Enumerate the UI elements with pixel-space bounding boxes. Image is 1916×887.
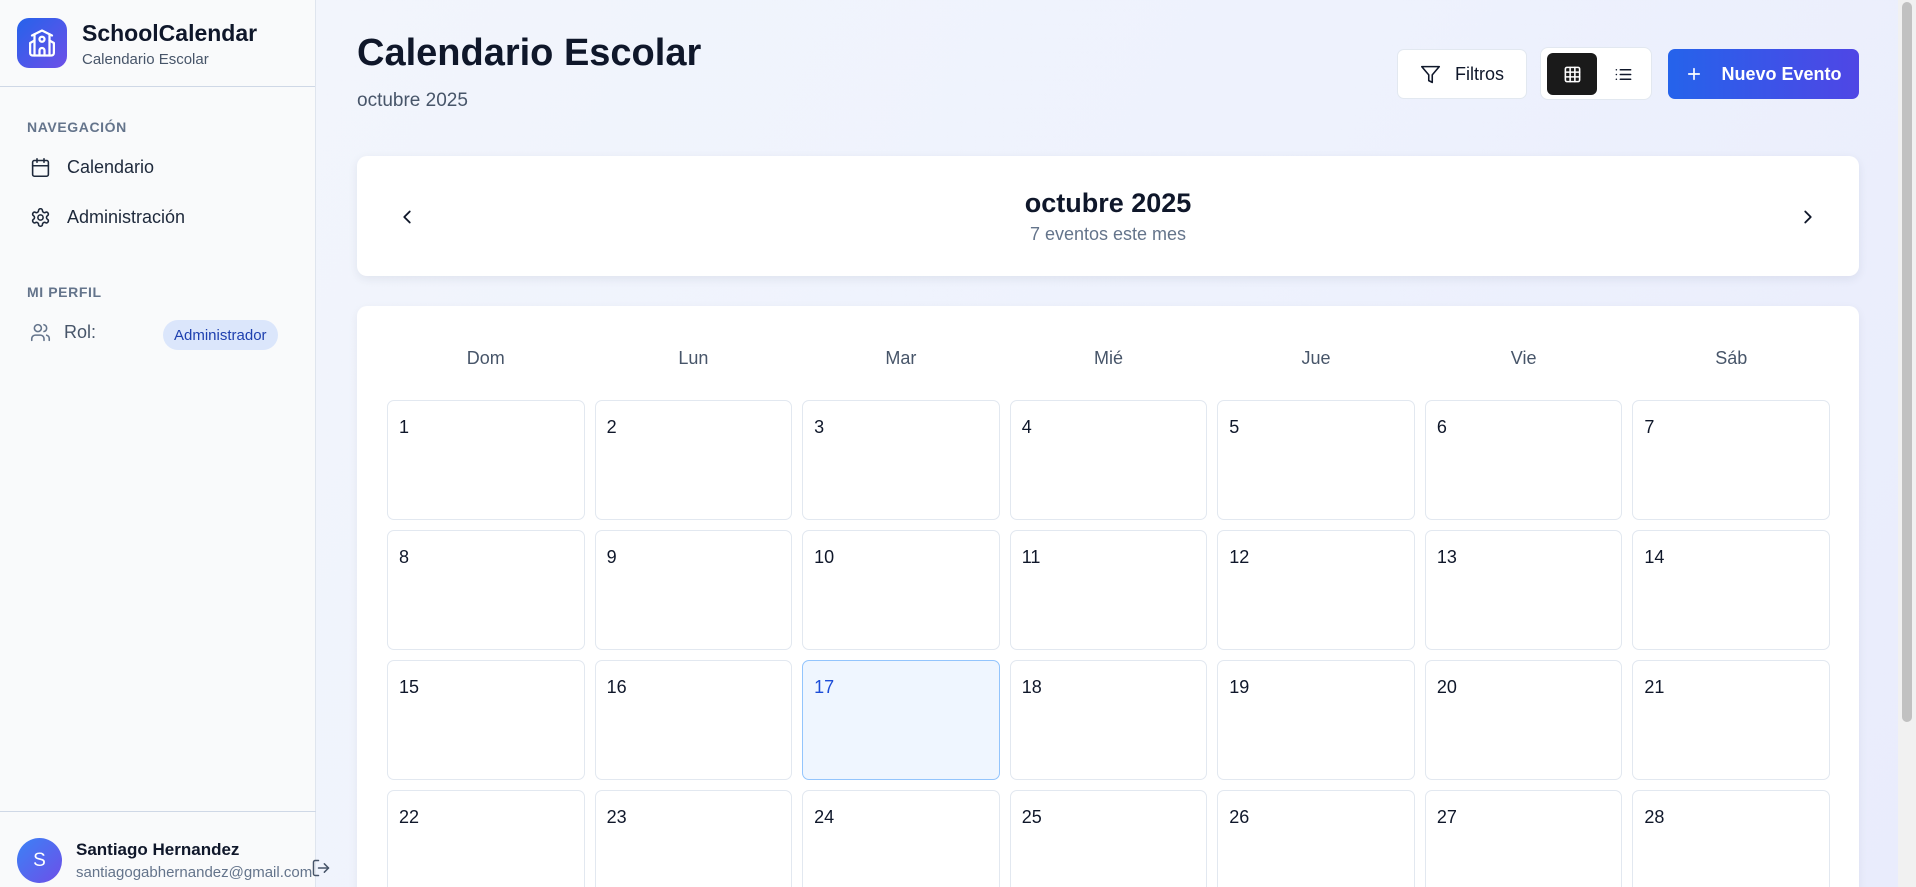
calendar-day[interactable]: 21 xyxy=(1632,660,1830,780)
gear-icon xyxy=(31,207,50,228)
view-toggle xyxy=(1540,47,1652,100)
calendar-day[interactable]: 6 xyxy=(1424,400,1623,520)
app-subtitle: Calendario Escolar xyxy=(82,50,209,68)
calendar-day[interactable]: 11 xyxy=(1009,530,1208,650)
sidebar-item-administracion[interactable]: Administración xyxy=(30,207,185,228)
sidebar: SchoolCalendar Calendario Escolar NAVEGA… xyxy=(0,0,316,887)
users-icon xyxy=(30,323,51,342)
user-email: santiagogabhernandez@gmail.com xyxy=(76,864,313,881)
page-subtitle: octubre 2025 xyxy=(357,90,468,111)
new-event-label: Nuevo Evento xyxy=(1721,63,1842,84)
weekday-label: Jue xyxy=(1301,348,1331,368)
calendar-day[interactable]: 24 xyxy=(802,790,1000,887)
school-icon xyxy=(17,18,67,68)
sidebar-item-label: Calendario xyxy=(67,157,155,177)
month-navigation: octubre 2025 7 eventos este mes xyxy=(357,156,1859,276)
calendar-day[interactable]: 20 xyxy=(1424,660,1623,780)
calendar-day[interactable]: 3 xyxy=(802,400,1000,520)
weekday-label: Vie xyxy=(1510,348,1537,368)
calendar-day[interactable]: 26 xyxy=(1217,790,1415,887)
calendar-day[interactable]: 4 xyxy=(1009,400,1208,520)
calendar-day[interactable]: 27 xyxy=(1424,790,1623,887)
user-name: Santiago Hernandez xyxy=(76,840,240,859)
avatar[interactable]: S xyxy=(17,838,62,883)
day-grid: 1 2 3 4 5 6 7 8 9 10 11 12 13 14 15 16 17 18 19 20 21 22 23 24 2… xyxy=(387,400,1830,887)
calendar-day[interactable]: 14 xyxy=(1632,530,1830,650)
weekday-label: Mar xyxy=(885,348,917,368)
logout-icon[interactable] xyxy=(311,858,331,878)
filter-button[interactable]: Filtros xyxy=(1397,49,1527,99)
list-view-button[interactable] xyxy=(1598,53,1648,95)
role-row: Rol: Administrador xyxy=(30,320,278,350)
calendar-day[interactable]: 15 xyxy=(387,660,585,780)
role-label: Rol: xyxy=(64,322,97,342)
calendar-day[interactable]: 19 xyxy=(1217,660,1415,780)
calendar-day[interactable]: 22 xyxy=(387,790,585,887)
calendar-day[interactable]: 2 xyxy=(594,400,793,520)
calendar-day-today[interactable]: 17 xyxy=(802,660,1000,780)
calendar-day[interactable]: 10 xyxy=(802,530,1000,650)
calendar-day[interactable]: 9 xyxy=(594,530,793,650)
new-event-button[interactable]: Nuevo Evento xyxy=(1668,49,1859,99)
calendar-day[interactable]: 5 xyxy=(1217,400,1415,520)
profile-section-label: MI PERFIL xyxy=(27,284,102,300)
app-title: SchoolCalendar xyxy=(82,19,258,46)
page-title: Calendario Escolar xyxy=(357,32,702,74)
weekday-label: Mié xyxy=(1093,348,1123,368)
calendar-day[interactable]: 18 xyxy=(1009,660,1208,780)
sidebar-item-calendario[interactable]: Calendario xyxy=(30,157,154,178)
calendar-grid: Dom Lun Mar Mié Jue Vie Sáb 1 2 3 4 5 6 7 8 9 10 1… xyxy=(357,306,1859,887)
scrollbar[interactable] xyxy=(1898,0,1916,887)
list-icon xyxy=(1615,68,1631,80)
chevron-right-icon[interactable] xyxy=(1797,206,1819,228)
sidebar-item-label: Administración xyxy=(67,207,186,227)
calendar-day[interactable]: 7 xyxy=(1632,400,1830,520)
grid-view-button[interactable] xyxy=(1547,53,1597,95)
filter-icon xyxy=(1420,65,1441,83)
filter-label: Filtros xyxy=(1455,63,1504,84)
weekday-label: Lun xyxy=(678,348,709,368)
calendar-day[interactable]: 16 xyxy=(594,660,793,780)
nav-section-label: NAVEGACIÓN xyxy=(27,119,127,135)
role-badge: Administrador xyxy=(163,320,278,350)
calendar-day[interactable]: 13 xyxy=(1424,530,1623,650)
calendar-day[interactable]: 25 xyxy=(1009,790,1208,887)
weekday-label: Sáb xyxy=(1715,348,1748,368)
calendar-day[interactable]: 28 xyxy=(1632,790,1830,887)
grid-icon xyxy=(1564,66,1580,82)
brand: SchoolCalendar Calendario Escolar xyxy=(0,0,315,87)
user-bar: S Santiago Hernandez santiagogabhernande… xyxy=(0,811,316,887)
weekday-label: Dom xyxy=(466,348,505,368)
scrollbar-thumb[interactable] xyxy=(1902,2,1912,722)
plus-icon xyxy=(1688,67,1701,81)
calendar-day[interactable]: 12 xyxy=(1217,530,1415,650)
calendar-day[interactable]: 23 xyxy=(594,790,793,887)
calendar-icon xyxy=(31,157,50,178)
month-title: octubre 2025 xyxy=(1024,188,1192,218)
weekday-header: Dom Lun Mar Mié Jue Vie Sáb xyxy=(387,348,1830,369)
calendar-day[interactable]: 8 xyxy=(387,530,585,650)
event-count: 7 eventos este mes xyxy=(1029,224,1187,244)
calendar-day[interactable]: 1 xyxy=(387,400,585,520)
